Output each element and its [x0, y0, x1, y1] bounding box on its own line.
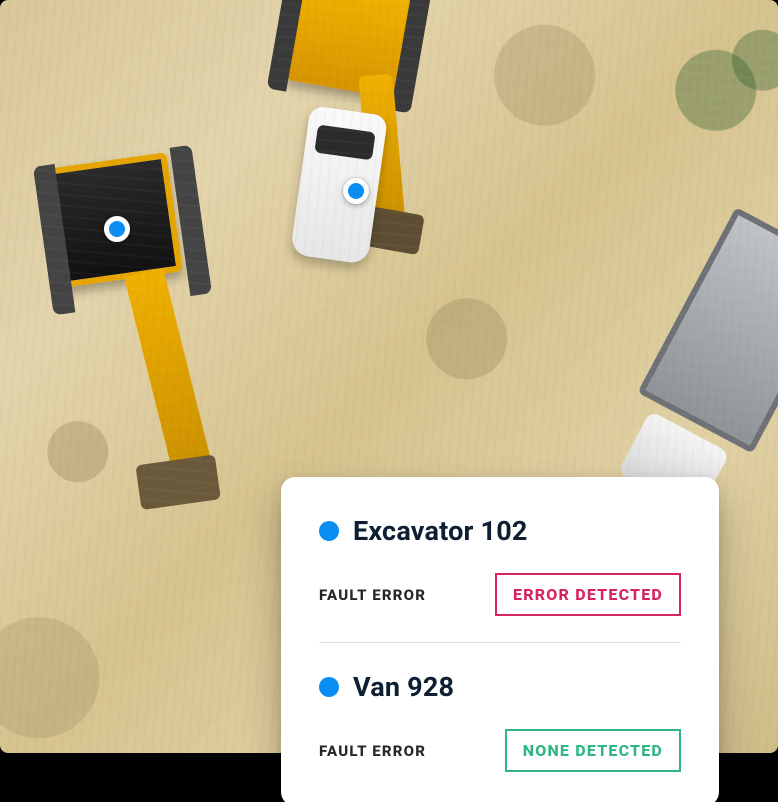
status-entry[interactable]: Excavator 102 FAULT ERROR ERROR DETECTED — [319, 515, 681, 616]
dump-truck-bed — [637, 207, 778, 453]
excavator-arm — [124, 268, 214, 481]
scene: Excavator 102 FAULT ERROR ERROR DETECTED… — [0, 0, 778, 802]
status-entry-title: Excavator 102 — [353, 515, 528, 547]
excavator-tracks — [33, 145, 212, 316]
status-badge-error: ERROR DETECTED — [495, 573, 681, 616]
excavator-arm — [359, 74, 406, 226]
status-badge-ok: NONE DETECTED — [505, 729, 681, 772]
map-marker-van[interactable] — [343, 178, 369, 204]
excavator-bucket — [135, 454, 220, 510]
status-entry-title: Van 928 — [353, 671, 454, 703]
excavator-tracks — [266, 0, 432, 114]
map-marker-excavator[interactable] — [104, 216, 130, 242]
vehicle-excavator-top — [286, 0, 413, 99]
status-entry-head: Excavator 102 — [319, 515, 681, 547]
status-entry-head: Van 928 — [319, 671, 681, 703]
status-entry[interactable]: Van 928 FAULT ERROR NONE DETECTED — [319, 642, 681, 772]
status-dot-icon — [319, 677, 339, 697]
status-entry-row: FAULT ERROR NONE DETECTED — [319, 729, 681, 772]
vehicle-excavator-left — [47, 152, 183, 288]
status-dot-icon — [319, 521, 339, 541]
status-entry-row: FAULT ERROR ERROR DETECTED — [319, 573, 681, 616]
fault-status-card: Excavator 102 FAULT ERROR ERROR DETECTED… — [281, 477, 719, 802]
excavator-bucket — [349, 204, 425, 256]
status-entry-label: FAULT ERROR — [319, 586, 426, 604]
status-entry-label: FAULT ERROR — [319, 742, 426, 760]
vehicle-van — [290, 105, 388, 264]
